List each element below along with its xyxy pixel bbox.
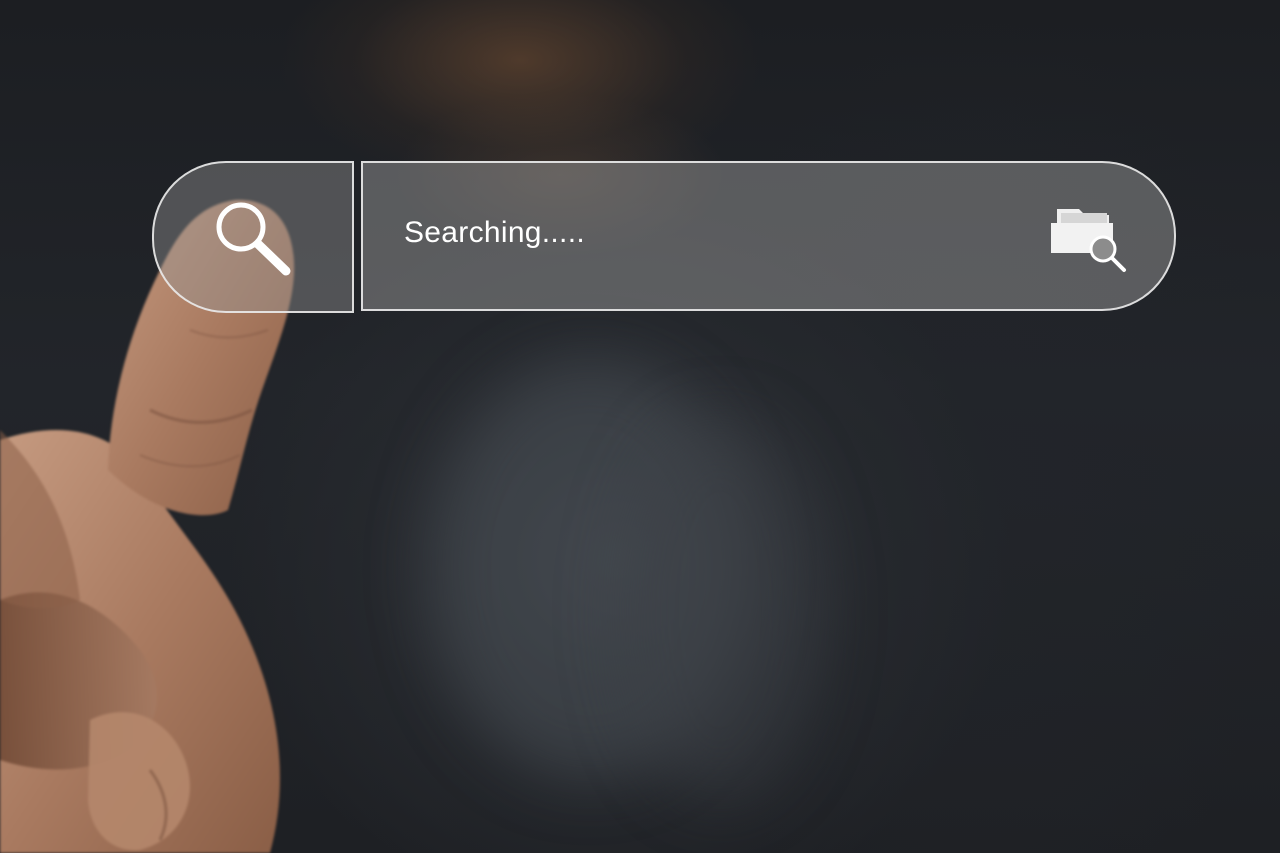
- search-input-value: Searching.....: [404, 216, 585, 249]
- background-photo: [0, 0, 1280, 853]
- pointing-hand: [0, 199, 295, 853]
- folder-search-icon[interactable]: [1049, 201, 1131, 273]
- search-input[interactable]: Searching.....: [361, 161, 1176, 311]
- search-button[interactable]: [152, 161, 354, 313]
- shirt-fold: [620, 420, 820, 800]
- search-bar: Searching.....: [152, 161, 1176, 313]
- search-icon: [216, 202, 291, 276]
